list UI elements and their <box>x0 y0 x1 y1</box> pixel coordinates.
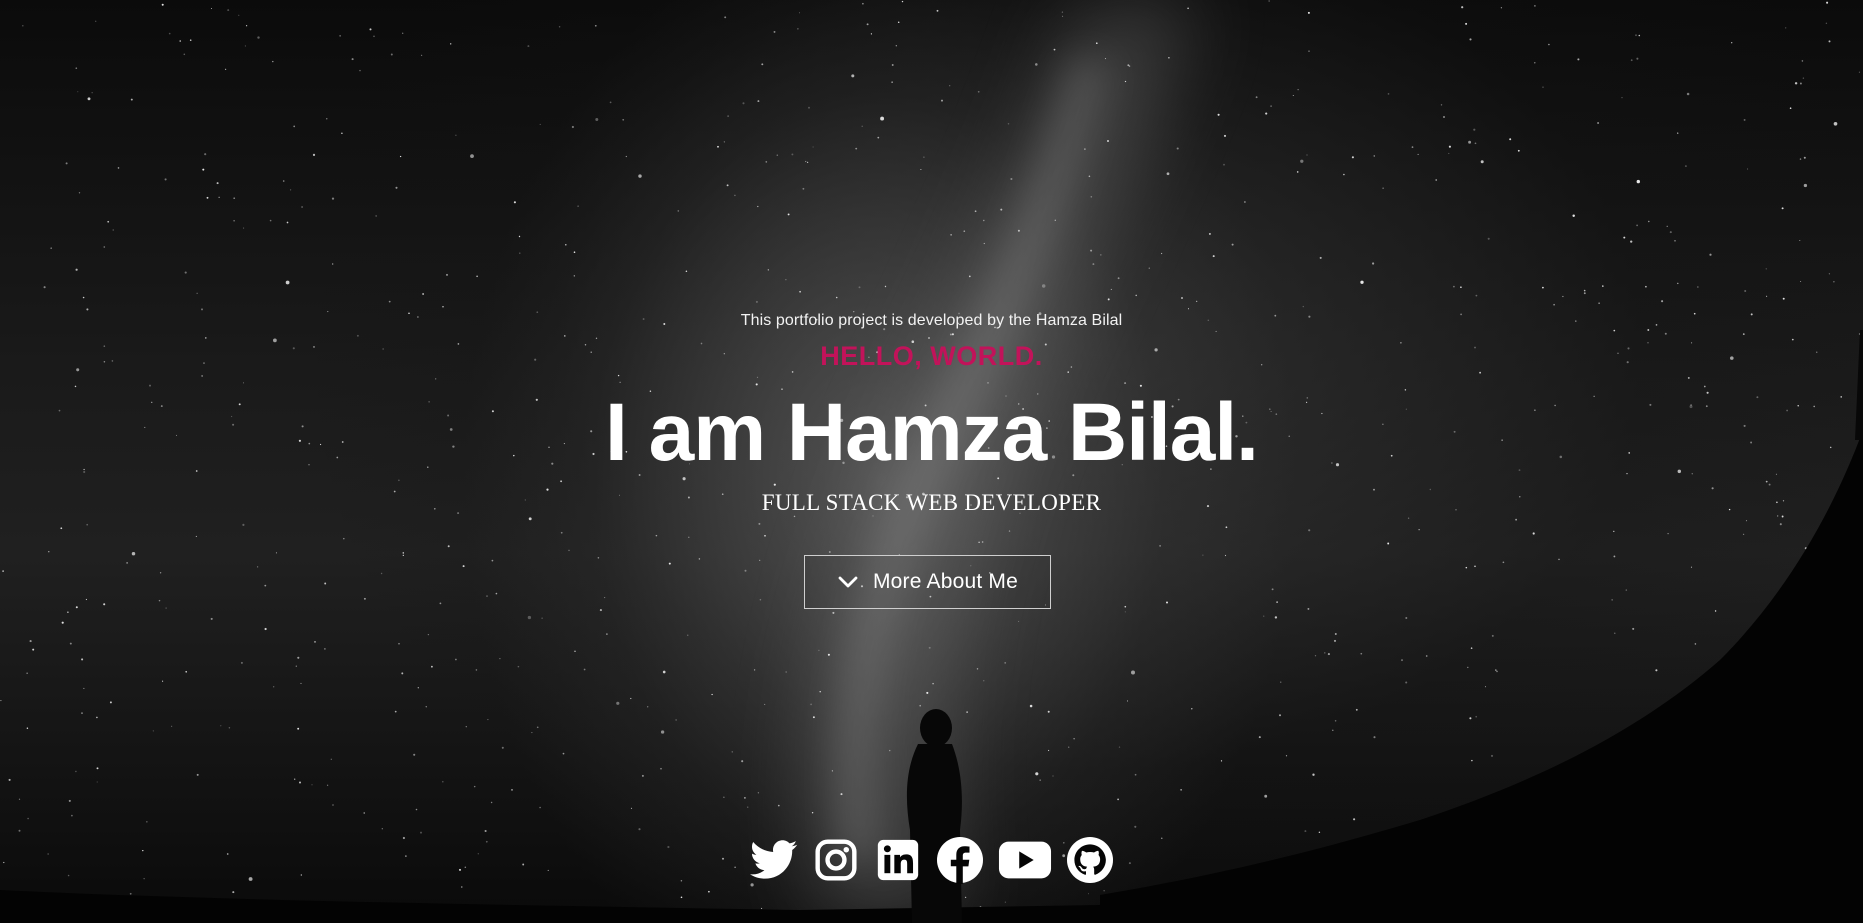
instagram-icon[interactable] <box>811 835 861 885</box>
hero-background: This portfolio project is developed by t… <box>0 0 1863 923</box>
greeting-text: HELLO, WORLD. <box>820 341 1043 371</box>
chevron-down-icon <box>837 571 859 593</box>
credit-text: This portfolio project is developed by t… <box>740 312 1123 329</box>
github-icon[interactable] <box>1065 835 1115 885</box>
youtube-icon[interactable] <box>997 835 1053 885</box>
headline: I am Hamza Bilal. <box>605 387 1259 478</box>
role-subtitle: FULL STACK WEB DEVELOPER <box>761 490 1102 515</box>
more-about-me-label: More About Me <box>872 570 1018 593</box>
more-about-me-button[interactable]: More About Me <box>804 555 1051 609</box>
facebook-icon[interactable] <box>935 835 985 885</box>
twitter-icon[interactable] <box>749 835 799 885</box>
social-links <box>0 835 1863 885</box>
linkedin-icon[interactable] <box>873 835 923 885</box>
